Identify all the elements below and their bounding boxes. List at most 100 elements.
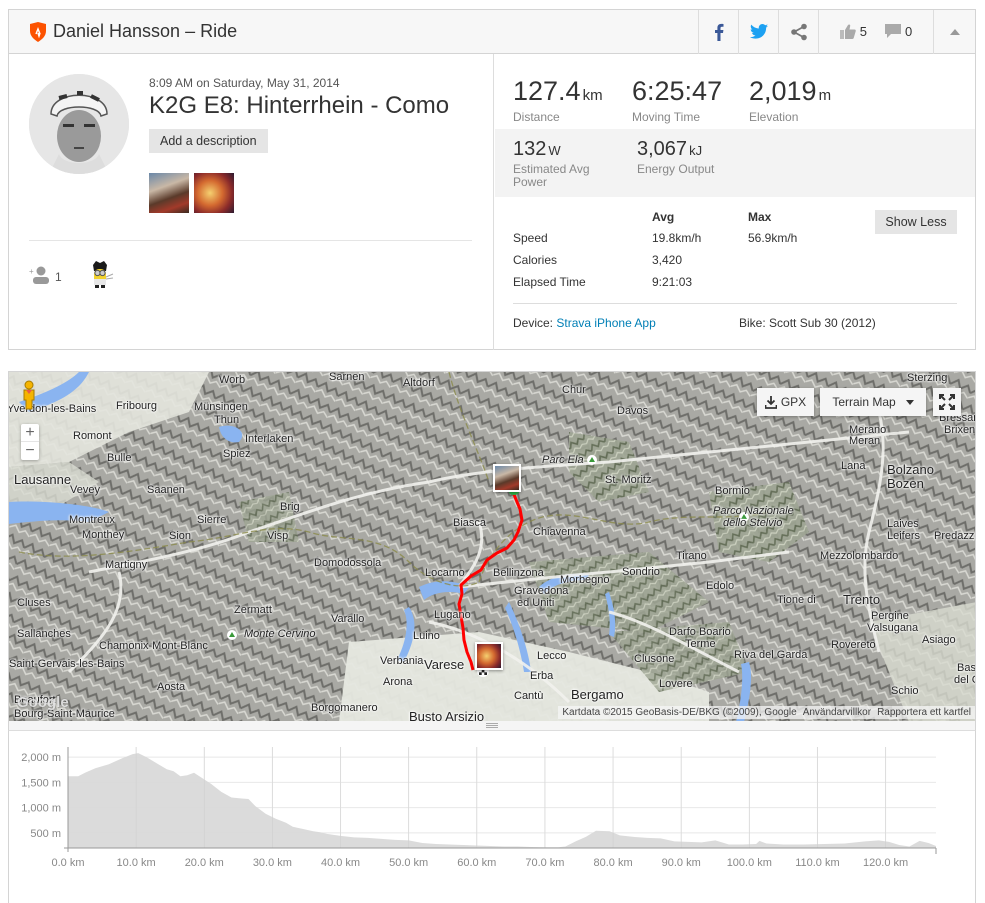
- bike-info: Bike: Scott Sub 30 (2012): [739, 316, 876, 330]
- terms-link[interactable]: Användarvillkor: [803, 707, 871, 718]
- divider: [513, 303, 957, 304]
- map-place-label: Varese: [424, 657, 465, 672]
- map-place-label: Biasca: [453, 517, 487, 529]
- map-place-label: ed Uniti: [517, 597, 555, 609]
- activity-date: 8:09 AM on Saturday, May 31, 2014: [149, 76, 340, 90]
- map-place-label: Parc Ela: [542, 454, 584, 466]
- map-place-label: Lana: [841, 460, 866, 472]
- comment-count: 0: [905, 24, 913, 39]
- map-place-label: Davos: [617, 405, 649, 417]
- map-photo-marker[interactable]: [475, 642, 503, 670]
- map-place-label: Thun: [214, 414, 240, 426]
- map-place-label: Zermatt: [234, 604, 272, 616]
- strava-shield-icon: [30, 21, 46, 42]
- activity-card: Daniel Hansson – Ride 5 0 8:09 AM on Sat…: [8, 9, 976, 350]
- table-header-row: Avg Max: [513, 207, 797, 227]
- gpx-download-button[interactable]: GPX: [757, 388, 814, 416]
- divider: [29, 240, 472, 241]
- map-place-label: Predazzo: [934, 530, 976, 542]
- activity-summary: 8:09 AM on Saturday, May 31, 2014 K2G E8…: [9, 54, 494, 350]
- map-place-label: Martigny: [105, 559, 148, 571]
- collapse-button[interactable]: [933, 9, 975, 54]
- map-place-label: Parco Nazionale: [713, 505, 794, 517]
- map-place-label: Bassano: [957, 662, 976, 674]
- photo-thumbnail[interactable]: [194, 173, 234, 213]
- facebook-icon: [714, 23, 723, 41]
- map-place-label: Bolzano: [887, 462, 934, 477]
- comment-icon: [885, 24, 901, 38]
- map-place-label: Lausanne: [14, 472, 72, 487]
- elevation-profile[interactable]: 0.0 km 10.0 km 20.0 km 30.0 km 40.0 km 50.0 k…: [8, 731, 976, 903]
- max-value: 56.9km/h: [748, 231, 798, 245]
- secondary-stats: 132 W Estimated Avg Power 3,067 kJ Energy …: [495, 129, 975, 197]
- map-resize-handle[interactable]: [8, 721, 976, 731]
- zoom-in-button[interactable]: +: [21, 424, 39, 442]
- comments-button[interactable]: 0: [885, 24, 912, 39]
- activity-header: Daniel Hansson – Ride 5 0: [9, 9, 975, 54]
- x-tick-label: 30.0 km: [253, 857, 292, 869]
- athlete-avatar[interactable]: [29, 74, 129, 174]
- map-place-label: Borgomanero: [311, 702, 378, 714]
- x-tick-label: 80.0 km: [593, 857, 632, 869]
- street-view-pegman[interactable]: [19, 377, 39, 413]
- mountain-marker-icon: [227, 630, 237, 640]
- map-place-label: Erba: [530, 670, 554, 682]
- map-place-label: Cantù: [514, 690, 544, 702]
- column-header-max: Max: [748, 210, 772, 224]
- map-photo-marker[interactable]: [493, 464, 521, 492]
- kudos-count: 5: [859, 24, 867, 39]
- fullscreen-button[interactable]: [933, 388, 961, 416]
- x-tick-label: 50.0 km: [389, 857, 428, 869]
- stat-label: Distance: [513, 110, 560, 124]
- kudos-button[interactable]: 5: [839, 24, 867, 39]
- add-description-button[interactable]: Add a description: [149, 129, 268, 153]
- facebook-share-button[interactable]: [698, 9, 738, 54]
- avg-value: 3,420: [652, 253, 683, 267]
- stat-elevation: 2,019 m Elevation: [749, 76, 831, 124]
- map-place-label: Sondrio: [622, 566, 660, 578]
- x-tick-label: 70.0 km: [525, 857, 564, 869]
- twitter-share-button[interactable]: [738, 9, 778, 54]
- stat-moving-time: 6:25:47 Moving Time: [632, 76, 724, 124]
- add-athlete-button[interactable]: + 1: [29, 266, 62, 284]
- stat-label: Elevation: [749, 110, 799, 124]
- map-place-label: Arona: [383, 676, 413, 688]
- show-less-button[interactable]: Show Less: [875, 210, 957, 234]
- map-place-label: Luino: [413, 630, 440, 642]
- map-place-label: Cluses: [17, 597, 51, 609]
- twitter-icon: [749, 24, 768, 39]
- share-button[interactable]: [778, 9, 818, 54]
- map-type-dropdown[interactable]: Terrain Map: [820, 388, 926, 416]
- google-logo: Google: [17, 694, 69, 711]
- report-error-link[interactable]: Rapportera ett kartfel: [877, 707, 971, 718]
- x-tick-label: 40.0 km: [321, 857, 360, 869]
- map-place-label: Aosta: [157, 681, 186, 693]
- map-place-label: Meran: [849, 435, 881, 447]
- group-athlete-avatar[interactable]: [83, 259, 116, 291]
- expand-icon: [939, 394, 955, 410]
- gpx-label: GPX: [780, 395, 807, 409]
- map-place-label: Vevey: [70, 484, 100, 496]
- route-map[interactable]: Worb Sarnen Altdorf Chur Yverdon-les-Bai…: [8, 371, 976, 721]
- max-value: [748, 249, 797, 271]
- map-place-label: Worb: [219, 374, 246, 386]
- map-place-label: Gravedona: [514, 585, 569, 597]
- table-row-elapsed-time: Elapsed Time 9:21:03: [513, 271, 797, 293]
- stat-value: 6:25:47: [632, 76, 723, 106]
- stat-energy-output: 3,067 kJ Energy Output: [637, 137, 714, 176]
- primary-stats: 127.4 km Distance 6:25:47 Moving Time 2,0…: [495, 54, 975, 129]
- map-place-label: Domodossola: [314, 557, 382, 569]
- device-link[interactable]: Strava iPhone App: [556, 316, 655, 330]
- zoom-out-button[interactable]: −: [21, 442, 39, 460]
- more-stats: Avg Max Speed 19.8km/h 56.9km/h Calories…: [495, 197, 975, 350]
- stat-unit: km: [582, 87, 603, 104]
- map-place-label: Sallanches: [17, 628, 71, 640]
- x-tick-label: 10.0 km: [117, 857, 156, 869]
- map-place-label: Asiago: [922, 634, 956, 646]
- x-tick-label: 0.0 km: [51, 857, 84, 869]
- map-place-label: Brig: [280, 501, 300, 513]
- activity-title: K2G E8: Hinterrhein - Como: [149, 92, 450, 119]
- map-place-label: Riva del Garda: [734, 649, 808, 661]
- map-place-label: Romont: [73, 430, 112, 442]
- photo-thumbnail[interactable]: [149, 173, 189, 213]
